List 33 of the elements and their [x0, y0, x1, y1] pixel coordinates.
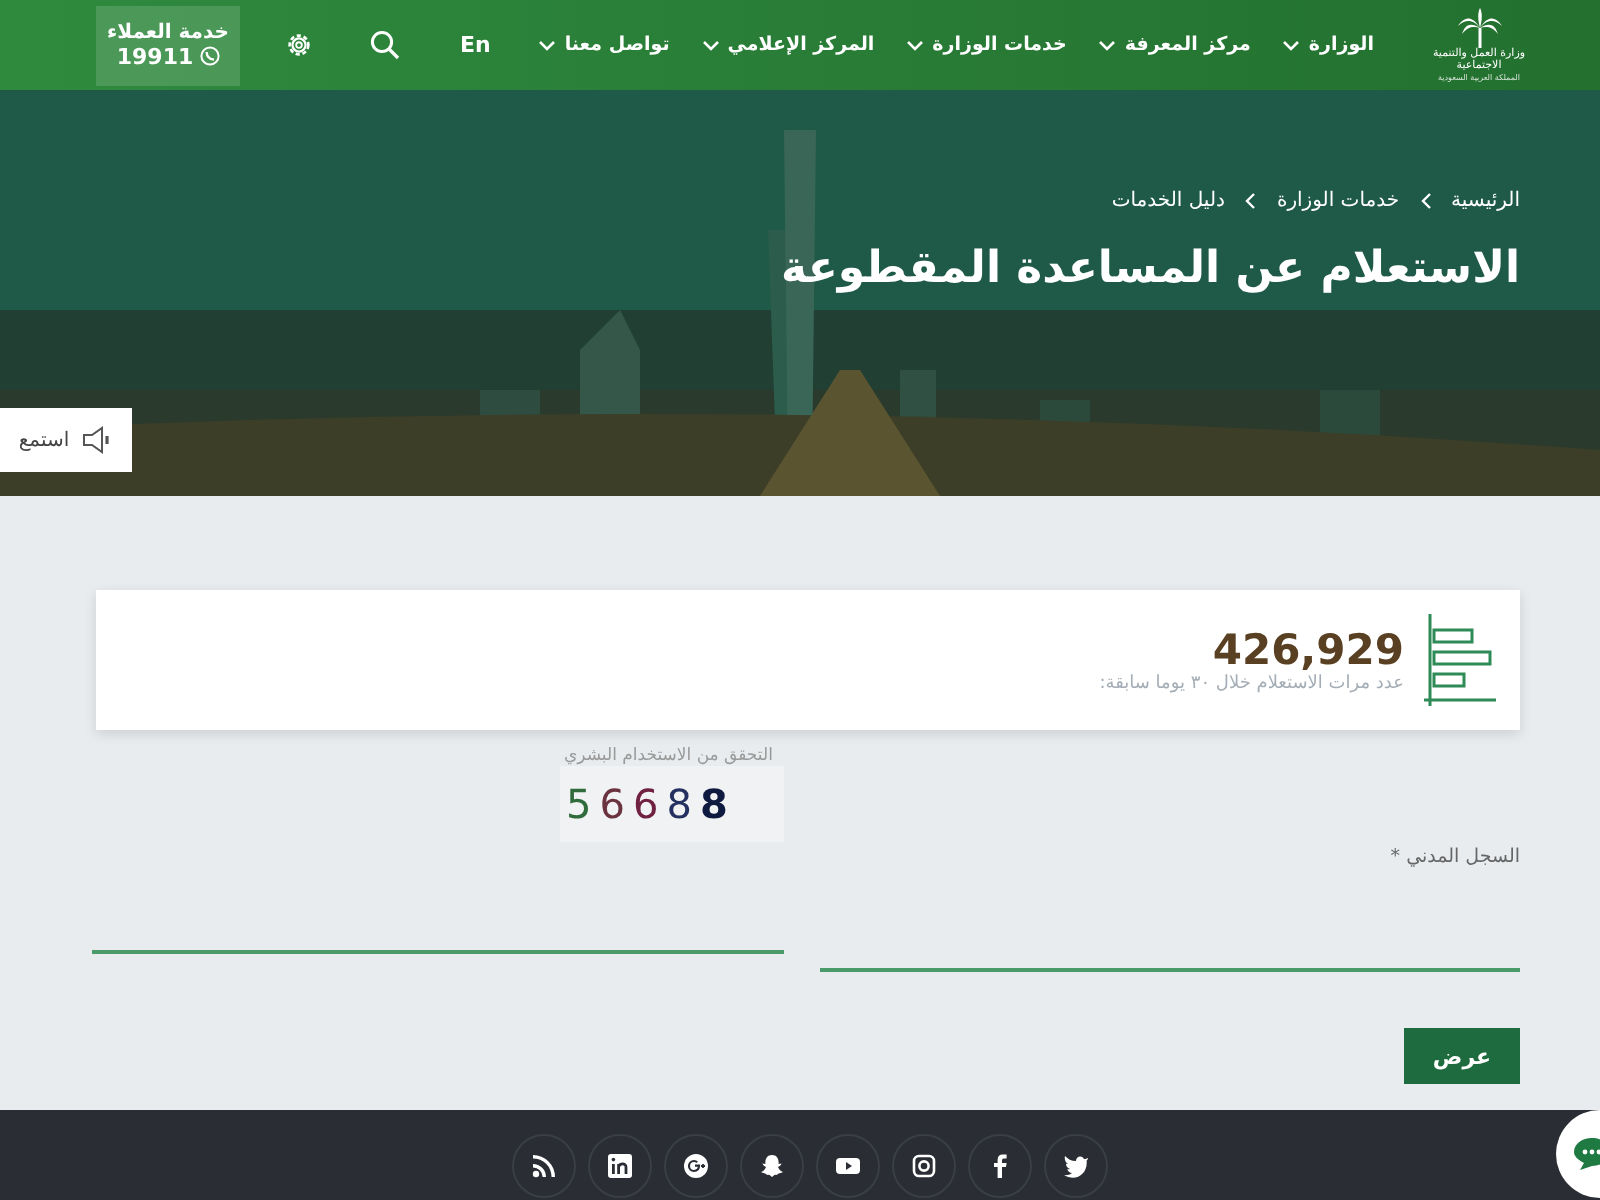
snapchat-icon[interactable]: [740, 1134, 804, 1198]
chevron-left-icon: [1419, 192, 1432, 210]
query-count-caption: عدد مرات الاستعلام خلال ٣٠ يوما سابقة:: [1099, 674, 1404, 694]
instagram-icon[interactable]: [892, 1134, 956, 1198]
twitter-icon[interactable]: [1044, 1134, 1108, 1198]
query-count: 426,929: [1210, 626, 1404, 674]
youtube-icon[interactable]: [816, 1134, 880, 1198]
listen-button[interactable]: استمع: [0, 408, 132, 472]
captcha-label: التحقق من الاستخدام البشري: [564, 746, 773, 766]
palm-logo-icon: [1457, 8, 1501, 48]
breadcrumb-link[interactable]: الرئيسية: [1451, 190, 1520, 212]
google-plus-icon[interactable]: [664, 1134, 728, 1198]
nav-menu-item[interactable]: خدمات الوزارة: [906, 34, 1067, 56]
settings-icon[interactable]: [284, 30, 314, 60]
phone-icon: [199, 46, 220, 66]
speaker-icon: [81, 426, 114, 454]
chevron-left-icon: [1244, 192, 1257, 210]
breadcrumb-link[interactable]: دليل الخدمات: [1111, 190, 1225, 212]
breadcrumb-link[interactable]: خدمات الوزارة: [1276, 190, 1400, 212]
nav-menu-item[interactable]: المركز الإعلامي: [701, 34, 875, 56]
nav-menu-item[interactable]: مركز المعرفة: [1098, 34, 1251, 56]
chat-bubble-icon: [1572, 1136, 1600, 1172]
language-link[interactable]: En: [460, 32, 491, 58]
nav-menu-item[interactable]: الوزارة: [1282, 34, 1374, 56]
bar-chart-icon: [1424, 614, 1496, 706]
page-title: الاستعلام عن المساعدة المقطوعة: [779, 244, 1520, 294]
facebook-icon[interactable]: [968, 1134, 1032, 1198]
linkedin-icon[interactable]: [588, 1134, 652, 1198]
field-label: السجل المدني *: [1388, 846, 1520, 868]
nav-menu-item[interactable]: تواصل معنا: [538, 34, 670, 56]
submit-button[interactable]: عرض: [1404, 1028, 1520, 1084]
search-icon[interactable]: [370, 30, 400, 60]
rss-icon[interactable]: [512, 1134, 576, 1198]
